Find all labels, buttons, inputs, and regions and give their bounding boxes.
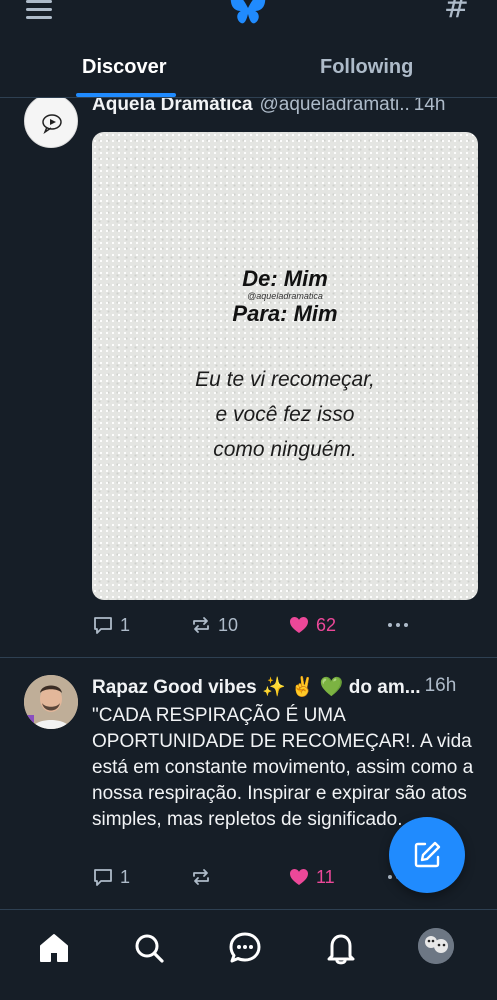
repost-count: 10: [218, 614, 239, 635]
butterfly-logo[interactable]: [229, 0, 267, 26]
post-text: "CADA RESPIRAÇÃO É UMA OPORTUNIDADE DE R…: [92, 705, 474, 830]
like-count: 62: [316, 614, 337, 635]
image-watermark: @aqueladramatica: [247, 291, 323, 301]
home-icon[interactable]: [36, 930, 72, 966]
active-tab-indicator: [76, 93, 176, 97]
heart-icon: [290, 869, 308, 885]
chat-icon[interactable]: [227, 930, 263, 966]
repost-icon: [193, 617, 209, 633]
compose-button[interactable]: [389, 817, 465, 893]
reply-button[interactable]: 1: [92, 866, 130, 888]
avatar[interactable]: [24, 94, 78, 148]
image-text-line: como ninguém.: [213, 438, 357, 461]
hashtag-icon[interactable]: #: [444, 0, 469, 25]
reply-count: 1: [120, 866, 131, 887]
image-text-to: Para: Mim: [232, 301, 338, 326]
top-bar: # Discover Following: [0, 0, 497, 98]
post-header: Rapaz Good vibes ✨ ✌️ 💚 do am... 16h: [92, 675, 479, 699]
repost-button[interactable]: [190, 866, 218, 888]
feed-post[interactable]: Aquela Dramática @aqueladramati.. 14h De…: [0, 94, 497, 658]
image-text-from: De: Mim: [242, 266, 328, 291]
image-text-line: e você fez isso: [215, 403, 355, 426]
reply-icon: [94, 869, 112, 886]
post-actions: 1 10 62: [92, 614, 477, 640]
bottom-nav: [0, 909, 497, 1000]
tab-discover[interactable]: Discover: [82, 56, 167, 79]
heart-icon: [290, 617, 308, 633]
profile-avatar[interactable]: [418, 928, 454, 964]
reply-icon: [94, 617, 112, 634]
like-count: 11: [316, 866, 335, 887]
image-text-line: Eu te vi recomeçar,: [195, 368, 375, 391]
bell-icon[interactable]: [323, 930, 359, 966]
tab-following[interactable]: Following: [320, 56, 413, 79]
reply-button[interactable]: 1: [92, 614, 130, 636]
compose-icon: [414, 841, 441, 868]
author-name[interactable]: Rapaz Good vibes ✨ ✌️ 💚 do am...: [92, 675, 421, 699]
hamburger-menu-icon[interactable]: [24, 0, 54, 20]
post-time: 16h: [424, 675, 457, 696]
search-icon[interactable]: [131, 930, 167, 966]
like-button[interactable]: 62: [288, 614, 336, 636]
repost-button[interactable]: 10: [190, 614, 238, 636]
reply-count: 1: [120, 614, 131, 635]
like-button[interactable]: 11: [288, 866, 335, 888]
repost-icon: [193, 869, 209, 885]
post-image[interactable]: De: Mim @aqueladramatica Para: Mim Eu te…: [92, 132, 478, 600]
avatar[interactable]: [24, 675, 78, 729]
more-options-icon[interactable]: [386, 614, 416, 636]
